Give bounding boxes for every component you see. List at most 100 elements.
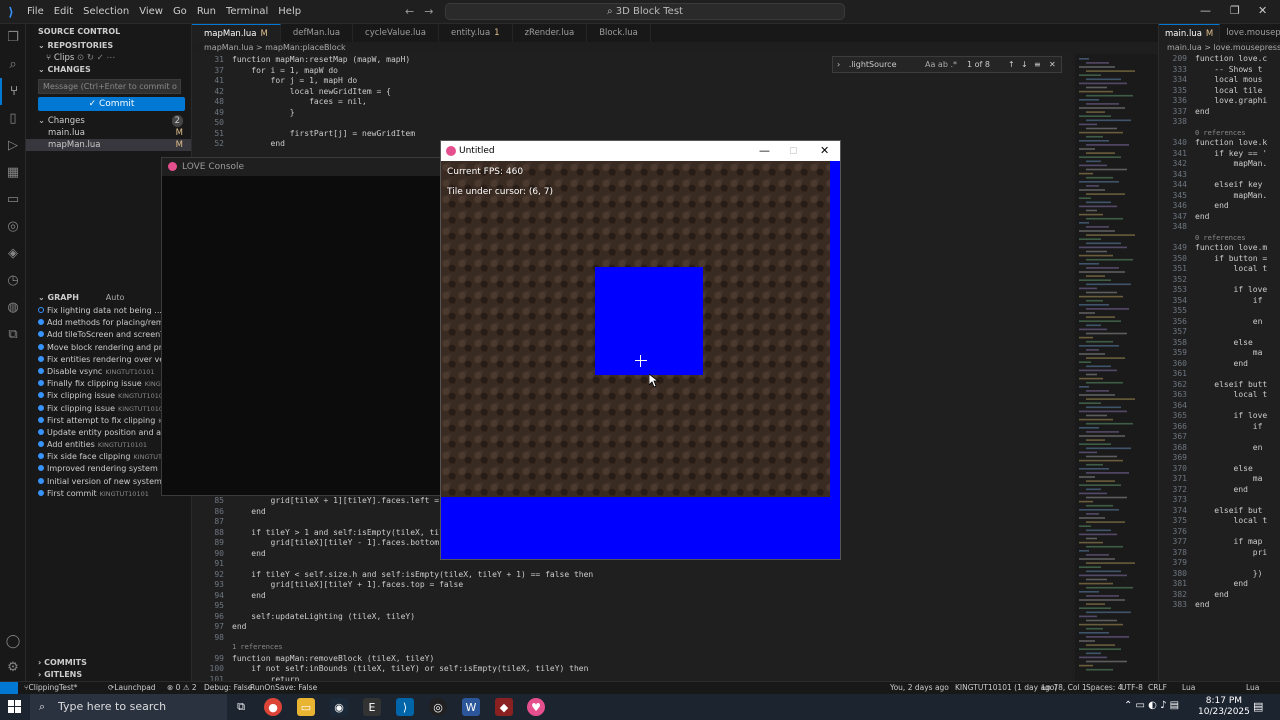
menu-item-file[interactable]: File <box>27 6 44 17</box>
code-line[interactable]: end <box>232 549 265 558</box>
code-line[interactable]: grid[tileX][tileY - 1].faces.bottom = fa… <box>232 538 468 547</box>
timeline-icon[interactable]: ◷ <box>0 267 26 294</box>
code-line[interactable]: faces = nil, <box>232 97 367 106</box>
code-line[interactable]: 368 en <box>1159 443 1280 454</box>
code-line[interactable]: 364 <box>1159 401 1280 412</box>
code-line[interactable]: 337 end <box>1159 107 1280 118</box>
code-line[interactable]: self:updateLighting (tileX, tileY) <box>232 612 415 621</box>
copilot-icon[interactable]: ◎ <box>0 213 26 240</box>
git-icon[interactable]: ◆ <box>495 698 513 716</box>
code-line[interactable]: 362 elseif butt <box>1159 380 1280 391</box>
right-breadcrumb[interactable]: main.lua > love.mousepress <box>1159 42 1280 54</box>
search-icon[interactable]: ⌕ <box>0 51 26 78</box>
code-line[interactable]: grid[tileX + 1][tileY].faces.left = fals… <box>232 496 468 505</box>
vscode-taskbar-icon[interactable]: ⟩ <box>396 698 414 716</box>
eol-indicator[interactable]: CRLF <box>1148 682 1167 694</box>
minimize-icon[interactable]: — <box>759 141 770 161</box>
breadcrumb[interactable]: mapMan.lua > mapMan:placeBlock <box>192 42 832 54</box>
editor-tab[interactable]: defMan.lua <box>281 24 354 42</box>
code-line[interactable]: 346 end <box>1159 201 1280 212</box>
code-line[interactable]: 381 end <box>1159 579 1280 590</box>
runonsave-indicator[interactable]: RunOnSave: False <box>250 682 317 694</box>
editor-tab[interactable]: main.lua M <box>1159 24 1221 42</box>
find-next-icon[interactable]: ↓ <box>1021 57 1028 72</box>
launchpad-indicator[interactable]: ⟳ Launchpad <box>108 682 156 694</box>
code-line[interactable]: 343 <box>1159 170 1280 181</box>
obs-icon[interactable]: ◎ <box>429 698 447 716</box>
code-line[interactable]: 344 elseif key <box>1159 180 1280 191</box>
code-line[interactable]: end <box>232 591 265 600</box>
menu-item-go[interactable]: Go <box>173 6 187 17</box>
notification-icon[interactable]: ▤ <box>1253 700 1263 713</box>
code-line[interactable]: 378 pri <box>1159 548 1280 559</box>
code-line[interactable]: 365 if love <box>1159 411 1280 422</box>
gitlens-header[interactable]: › GITLENS <box>26 669 191 681</box>
problems-indicator[interactable]: ⊗ 0 ⚠ 2 <box>167 682 197 694</box>
language-indicator[interactable]: Lua <box>1182 682 1195 694</box>
code-line[interactable]: function mapMan:resetMap (mapW, mapH) <box>232 55 410 64</box>
code-line[interactable]: 366 if <box>1159 422 1280 433</box>
code-line[interactable]: 348 <box>1159 222 1280 233</box>
steam-icon[interactable]: ◉ <box>330 698 348 716</box>
code-line[interactable]: 338 <box>1159 117 1280 128</box>
source-control-icon[interactable]: ⑂ <box>0 78 26 105</box>
gear-icon[interactable]: ⚙ <box>0 654 26 681</box>
editor-tab[interactable]: entity.lua 1 <box>439 24 513 42</box>
code-line[interactable]: end <box>232 507 265 516</box>
code-line[interactable]: 209 function love.c <box>1159 54 1280 65</box>
maximize-icon[interactable]: ▢ <box>789 141 798 161</box>
changed-file-item[interactable]: main.lua M <box>26 127 191 139</box>
code-line[interactable]: for i = 1, mapW do <box>232 66 338 75</box>
code-line[interactable]: 357 <box>1159 327 1280 338</box>
changed-file-item[interactable]: mapMan.lua M <box>26 139 191 151</box>
forward-arrow-icon[interactable]: → <box>424 5 433 18</box>
code-line[interactable]: 382 end <box>1159 590 1280 601</box>
love-taskbar-icon[interactable]: ♥ <box>527 698 545 716</box>
code-line[interactable]: } <box>232 108 295 117</box>
code-line[interactable]: 369 <box>1159 453 1280 464</box>
code-line[interactable]: 383 end <box>1159 600 1280 611</box>
code-line[interactable]: 375 local t <box>1159 516 1280 527</box>
code-line[interactable]: 370 else <box>1159 464 1280 475</box>
love-console-window[interactable]: LOVE Console <box>161 157 441 496</box>
account-icon[interactable]: ◯ <box>0 628 26 655</box>
code-line[interactable]: 354 if <box>1159 296 1280 307</box>
cursor-position[interactable]: Ln 78, Col 1 <box>1042 682 1087 694</box>
code-line[interactable]: 359 ma <box>1159 348 1280 359</box>
code-line[interactable]: 333 -- Shows t <box>1159 65 1280 76</box>
code-line[interactable]: if tileY > 1 and self:isEmpty(tileX, til… <box>232 528 463 537</box>
lua-indicator[interactable]: Lua <box>1246 682 1259 694</box>
word-icon[interactable]: W <box>462 698 480 716</box>
find-options-icon[interactable]: Aa ab .* <box>925 57 957 72</box>
code-line[interactable]: 347 end <box>1159 212 1280 223</box>
branch-indicator[interactable]: ⑂ ClippingTest* <box>24 682 78 694</box>
minimize-icon[interactable]: — <box>1200 4 1211 17</box>
indentation-indicator[interactable]: Spaces: 4 <box>1086 682 1122 694</box>
task-view-icon[interactable]: ⧉ <box>232 698 250 716</box>
code-line[interactable]: 355 <box>1159 306 1280 317</box>
commit-button[interactable]: ✓ Commit <box>38 97 185 111</box>
menu-item-help[interactable]: Help <box>278 6 301 17</box>
back-arrow-icon[interactable]: ← <box>405 5 414 18</box>
menu-item-selection[interactable]: Selection <box>83 6 129 17</box>
editor-tab[interactable]: Block.lua <box>587 24 651 42</box>
bookmark-icon[interactable]: ▯ <box>0 105 26 132</box>
close-icon[interactable]: ✕ <box>1258 4 1267 17</box>
find-selection-icon[interactable]: ≡ <box>1034 57 1041 72</box>
editor-tab[interactable]: mapMan.lua M <box>192 24 281 42</box>
code-line[interactable]: 367 <box>1159 432 1280 443</box>
docker-icon[interactable]: ⧉ <box>0 321 26 348</box>
code-line[interactable]: 1 references <box>232 643 283 651</box>
code-line[interactable]: 341 if key == ' <box>1159 149 1280 160</box>
code-line[interactable]: 376 <box>1159 527 1280 538</box>
code-line[interactable]: end <box>232 139 285 148</box>
menu-item-edit[interactable]: Edit <box>54 6 73 17</box>
editor-tab[interactable]: zRender.lua <box>513 24 588 42</box>
code-line[interactable]: 352 <box>1159 275 1280 286</box>
restore-icon[interactable]: ❐ <box>1230 4 1240 17</box>
love-console-titlebar[interactable]: LOVE Console <box>162 158 440 176</box>
menu-item-run[interactable]: Run <box>197 6 216 17</box>
find-close-icon[interactable]: ✕ <box>1049 57 1056 72</box>
minimap[interactable] <box>1075 54 1158 681</box>
changes-group[interactable]: ⌄ Changes 2 <box>26 115 191 127</box>
